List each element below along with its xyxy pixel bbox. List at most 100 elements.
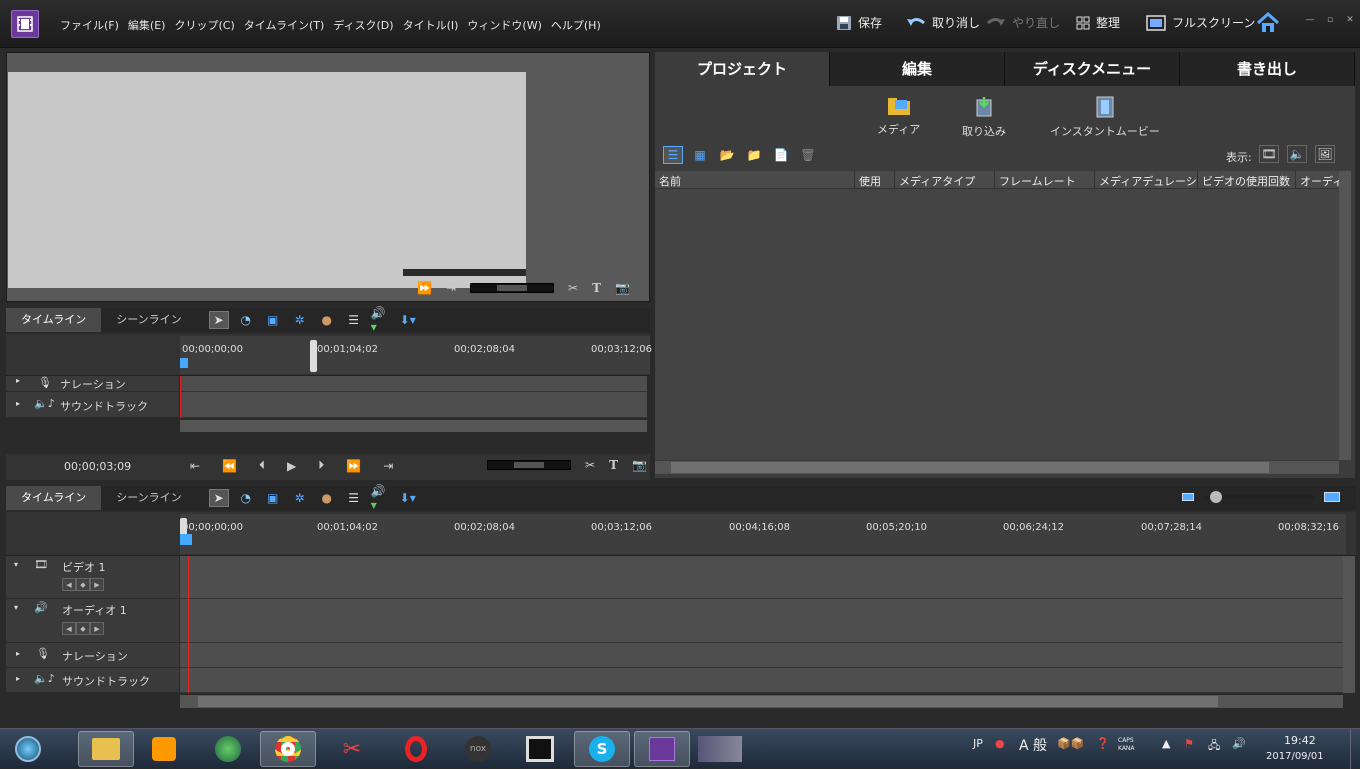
col-audio[interactable]: オーディオ — [1296, 171, 1339, 188]
add-keyframe-icon[interactable]: ◆ — [76, 578, 90, 591]
fullscreen-button[interactable]: フルスクリーン — [1146, 14, 1255, 31]
import-button[interactable]: 取り込み — [962, 96, 1006, 139]
col-name[interactable]: 名前 — [655, 171, 855, 188]
menu-disc[interactable]: ディスク(D) — [333, 17, 393, 33]
taskbar-globe[interactable] — [200, 731, 256, 767]
menu-title[interactable]: タイトル(I) — [403, 17, 459, 33]
list-view-icon[interactable]: ☰ — [663, 146, 683, 164]
menu-clip[interactable]: クリップ(C) — [174, 17, 234, 33]
media-button[interactable]: メディア — [877, 96, 920, 137]
menu-help[interactable]: ヘルプ(H) — [551, 17, 601, 33]
ime-tools-icon[interactable]: 📦📦 — [1057, 737, 1084, 750]
audio-mixer-icon[interactable]: 🔊▾ — [371, 306, 391, 334]
prev-keyframe-icon[interactable]: ◀ — [62, 578, 76, 591]
redo-button[interactable]: やり直し — [986, 14, 1060, 31]
playhead-marker-icon[interactable] — [180, 358, 188, 368]
save-button[interactable]: 保存 — [836, 14, 882, 31]
properties-icon[interactable]: ☰ — [344, 311, 364, 329]
taskbar-premiere[interactable] — [634, 731, 690, 767]
scissors-icon[interactable]: ✂ — [585, 458, 595, 472]
step-forward-icon[interactable]: ⏵ — [318, 458, 324, 473]
close-button[interactable]: ✕ — [1343, 15, 1357, 29]
clock-date[interactable]: 2017/09/01 — [1266, 751, 1324, 762]
step-back-icon[interactable]: ⏴ — [259, 458, 265, 473]
video-filter-icon[interactable]: 🎞 — [1259, 145, 1279, 163]
tab-export[interactable]: 書き出し — [1180, 52, 1355, 86]
new-folder-up-icon[interactable]: 📂 — [717, 146, 737, 164]
text-tool-icon[interactable]: T — [592, 281, 601, 295]
image-filter-icon[interactable]: 🖼 — [1315, 145, 1335, 163]
narration-track[interactable] — [180, 643, 1343, 668]
col-media-type[interactable]: メディアタイプ — [895, 171, 995, 188]
soundtrack-track[interactable] — [180, 392, 647, 418]
time-stretch-icon[interactable]: ◔ — [236, 489, 256, 507]
playhead-marker-icon[interactable] — [180, 534, 192, 545]
ime-mode[interactable]: A 般 — [1019, 735, 1047, 755]
tray-language[interactable]: JP — [973, 737, 983, 750]
camera-icon[interactable]: 📷 — [632, 458, 647, 472]
audio-filter-icon[interactable]: 🔈 — [1287, 145, 1307, 163]
taskbar-nox[interactable]: nox — [450, 731, 506, 767]
minimize-button[interactable]: — — [1303, 15, 1317, 29]
video1-track[interactable] — [180, 556, 1343, 599]
organize-button[interactable]: 整理 — [1076, 14, 1120, 31]
taskbar-app[interactable] — [692, 731, 748, 767]
instant-movie-button[interactable]: インスタントムービー — [1050, 96, 1160, 139]
tab-sceneline[interactable]: シーンライン — [101, 308, 196, 332]
media-vscrollbar[interactable] — [1339, 171, 1351, 460]
network-icon[interactable]: 🖧 — [1208, 737, 1220, 756]
motion-track-icon[interactable]: ● — [317, 489, 337, 507]
help-icon[interactable]: ❓ — [1096, 737, 1110, 750]
small-ruler[interactable]: 00;00;00;00 00;01;04;02 00;02;08;04 00;0… — [180, 336, 652, 374]
smart-trim-icon[interactable]: ▣ — [263, 311, 283, 329]
clock-time[interactable]: 19:42 — [1284, 734, 1316, 747]
work-area-handle[interactable] — [310, 340, 317, 372]
scroll-thumb[interactable] — [671, 462, 1269, 473]
tab-timeline[interactable]: タイムライン — [6, 486, 102, 510]
volume-icon[interactable]: 🔊 — [1232, 737, 1246, 750]
smart-fix-icon[interactable]: ✲ — [290, 311, 310, 329]
col-usage[interactable]: 使用 — [855, 171, 895, 188]
start-button[interactable] — [2, 731, 54, 767]
taskbar-explorer[interactable] — [78, 731, 134, 767]
tray-expand-icon[interactable]: ▲ — [1162, 737, 1170, 750]
tab-edit[interactable]: 編集 — [830, 52, 1005, 86]
collapse-icon[interactable]: ▾ — [14, 603, 18, 612]
ime-icon[interactable]: ● — [995, 737, 1005, 750]
main-ruler[interactable]: 00;00;00;00 00;01;04;02 00;02;08;04 00;0… — [180, 514, 1346, 554]
media-list[interactable] — [655, 189, 1339, 460]
motion-track-icon[interactable]: ● — [317, 311, 337, 329]
tab-disc-menu[interactable]: ディスクメニュー — [1005, 52, 1180, 86]
goto-start-icon[interactable]: ⇤ — [190, 459, 200, 473]
expand-icon[interactable]: ▸ — [16, 376, 20, 385]
app-logo-icon[interactable] — [11, 10, 39, 38]
show-desktop-button[interactable] — [1350, 729, 1360, 769]
menu-edit[interactable]: 編集(E) — [128, 17, 166, 33]
scissors-icon[interactable]: ✂ — [568, 281, 578, 295]
time-stretch-icon[interactable]: ◔ — [236, 311, 256, 329]
timecode-display[interactable]: 00;00;03;09 — [64, 460, 131, 473]
add-keyframe-icon[interactable]: ◆ — [76, 622, 90, 635]
small-timeline-scrollbar[interactable] — [180, 420, 647, 432]
marker-icon[interactable]: ⬇▾ — [398, 489, 418, 507]
media-hscrollbar[interactable] — [655, 461, 1339, 474]
fast-forward-icon[interactable]: ⏩ — [417, 281, 432, 295]
shuttle-slider[interactable] — [487, 460, 571, 470]
fast-forward-icon[interactable]: ⏩ — [346, 459, 361, 473]
scroll-thumb[interactable] — [198, 696, 1218, 707]
undo-button[interactable]: 取り消し — [906, 14, 980, 31]
goto-end-icon[interactable]: ⇥ — [446, 281, 456, 295]
home-icon[interactable] — [1256, 11, 1280, 37]
zoom-slider[interactable] — [1204, 491, 1314, 503]
properties-icon[interactable]: ☰ — [344, 489, 364, 507]
shuttle-slider[interactable] — [470, 283, 555, 293]
audio-mixer-icon[interactable]: 🔊▾ — [371, 484, 391, 512]
taskbar-snipping[interactable]: ✂ — [324, 731, 380, 767]
pointer-tool-icon[interactable]: ➤ — [208, 489, 229, 507]
narration-track[interactable] — [180, 376, 647, 392]
col-frame-rate[interactable]: フレームレート — [995, 171, 1095, 188]
smart-trim-icon[interactable]: ▣ — [263, 489, 283, 507]
taskbar-opera[interactable] — [388, 731, 444, 767]
taskbar-chrome[interactable] — [260, 731, 316, 767]
audio1-track[interactable] — [180, 599, 1343, 643]
